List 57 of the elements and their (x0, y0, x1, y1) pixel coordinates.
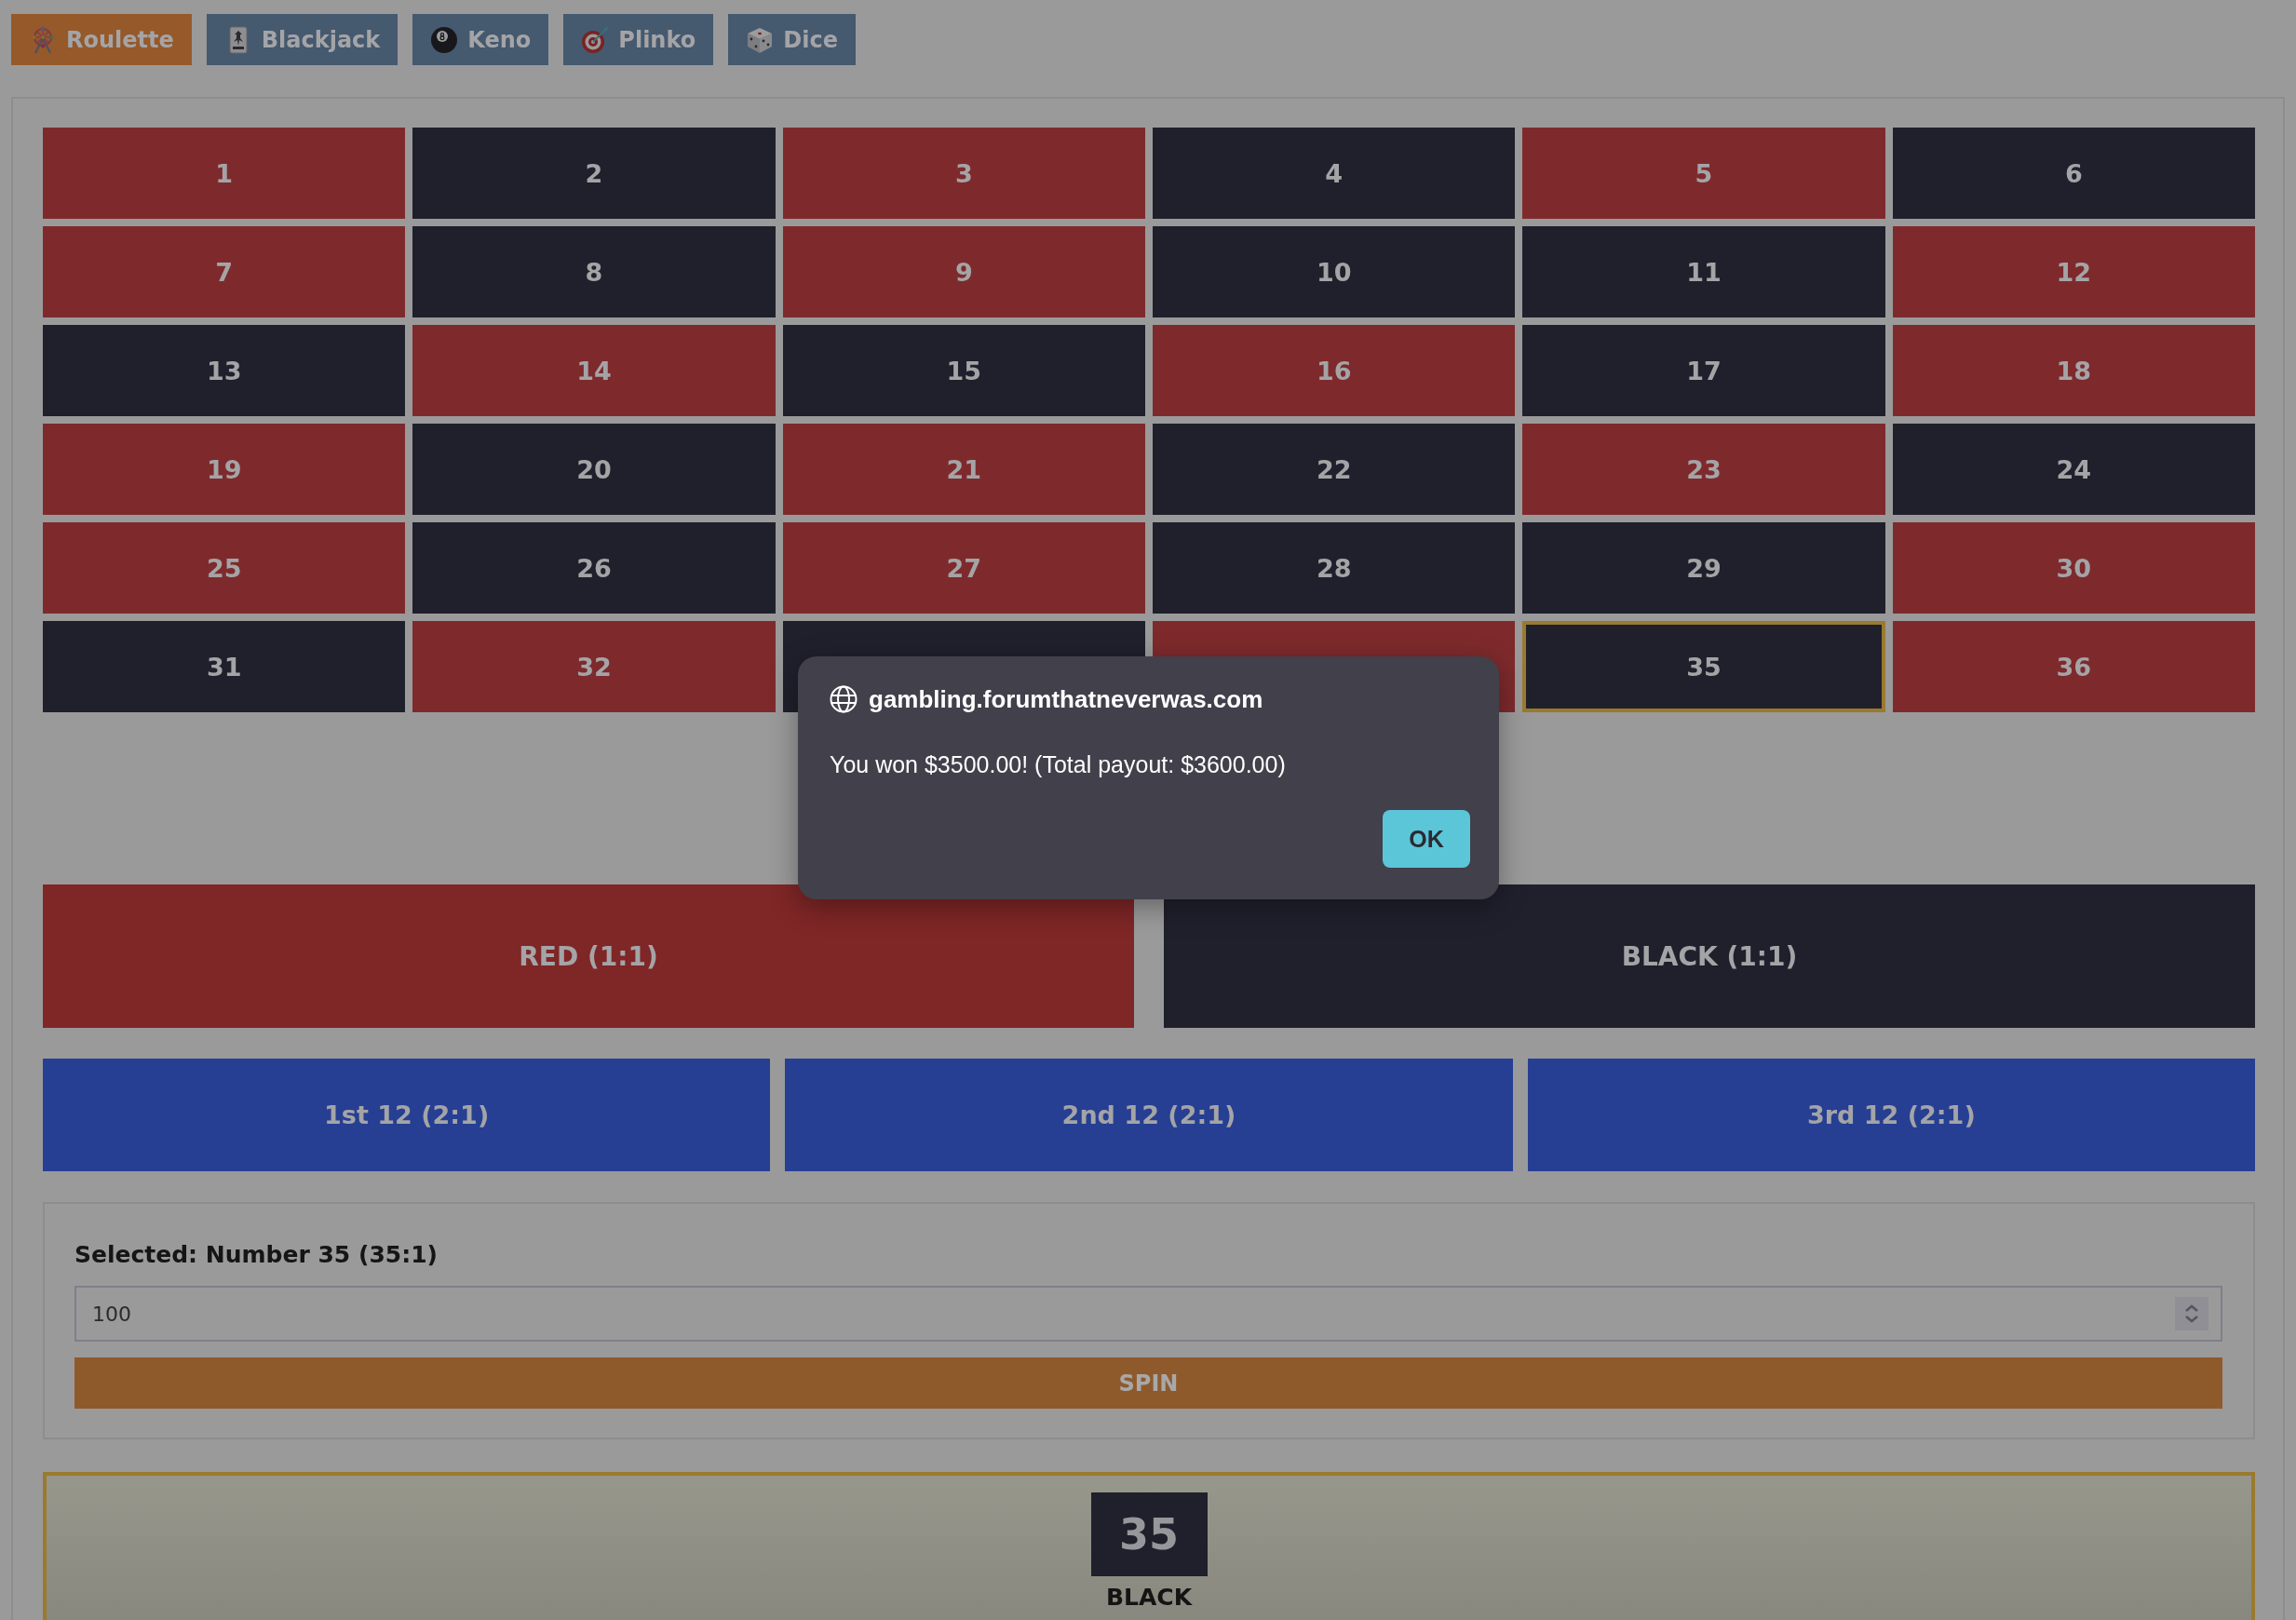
selected-bet-label: Selected: Number 35 (35:1) (74, 1241, 439, 1269)
roulette-number-cell[interactable]: 25 (43, 522, 406, 614)
dialog-message: You won $3500.00! (Total payout: $3600.00) (830, 750, 1287, 778)
dice-icon (746, 25, 775, 54)
roulette-number-cell[interactable]: 23 (1522, 424, 1885, 515)
ok-button[interactable]: OK (1383, 810, 1470, 868)
result-color-label: BLACK (1105, 1584, 1193, 1611)
roulette-number-cell[interactable]: 18 (1892, 325, 2255, 416)
roulette-number-cell[interactable]: 20 (412, 424, 776, 515)
roulette-number-cell[interactable]: 27 (782, 522, 1145, 614)
roulette-number-cell[interactable]: 15 (782, 325, 1145, 416)
roulette-number-cell[interactable]: 13 (43, 325, 406, 416)
color-bet-button[interactable]: RED (1:1) (43, 884, 1134, 1028)
roulette-number-cell[interactable]: 14 (412, 325, 776, 416)
roulette-number-cell[interactable]: 3 (782, 128, 1145, 219)
roulette-number-cell[interactable]: 36 (1892, 621, 2255, 712)
roulette-number-cell[interactable]: 10 (1153, 226, 1516, 317)
game-tab[interactable]: Dice (728, 14, 856, 65)
roulette-number-cell[interactable]: 22 (1153, 424, 1516, 515)
roulette-number-cell[interactable]: 26 (412, 522, 776, 614)
roulette-number-cell[interactable]: 31 (43, 621, 406, 712)
globe-icon (830, 685, 858, 713)
roulette-number-cell[interactable]: 8 (412, 226, 776, 317)
roulette-number-cell[interactable]: 35 (1522, 621, 1885, 712)
roulette-number-cell[interactable]: 24 (1892, 424, 2255, 515)
roulette-number-cell[interactable]: 11 (1522, 226, 1885, 317)
roulette-number-cell[interactable]: 12 (1892, 226, 2255, 317)
roulette-number-cell[interactable]: 5 (1522, 128, 1885, 219)
roulette-number-cell[interactable]: 16 (1153, 325, 1516, 416)
roulette-number-cell[interactable]: 19 (43, 424, 406, 515)
roulette-number-cell[interactable]: 30 (1892, 522, 2255, 614)
result-number: 35 (1090, 1492, 1208, 1576)
bet-amount-field[interactable]: 100 (74, 1286, 2222, 1342)
dozen-bet-button[interactable]: 2nd 12 (2:1) (785, 1059, 1513, 1171)
target-icon (581, 25, 610, 54)
roulette-number-cell[interactable]: 2 (412, 128, 776, 219)
dozen-bet-button[interactable]: 1st 12 (2:1) (43, 1059, 771, 1171)
roulette-number-cell[interactable]: 6 (1892, 128, 2255, 219)
game-tab[interactable]: Roulette (11, 14, 192, 65)
game-tab[interactable]: Blackjack (206, 14, 398, 65)
roulette-number-cell[interactable]: 28 (1153, 522, 1516, 614)
roulette-number-cell[interactable]: 9 (782, 226, 1145, 317)
game-tab[interactable]: Plinko (563, 14, 714, 65)
stepper-arrows-icon[interactable] (2175, 1297, 2208, 1330)
roulette-number-cell[interactable]: 29 (1522, 522, 1885, 614)
roulette-number-cell[interactable]: 17 (1522, 325, 1885, 416)
dialog-origin: gambling.forumthatneverwas.com (869, 685, 1263, 713)
roulette-number-cell[interactable]: 21 (782, 424, 1145, 515)
game-tab[interactable]: Keno (412, 14, 549, 65)
dozen-bet-button[interactable]: 3rd 12 (2:1) (1527, 1059, 2255, 1171)
roulette-number-cell[interactable]: 7 (43, 226, 406, 317)
roulette-number-cell[interactable]: 32 (412, 621, 776, 712)
eight-ball-icon (430, 25, 459, 54)
roulette-number-cell[interactable]: 1 (43, 128, 406, 219)
spin-button[interactable]: SPIN (74, 1357, 2222, 1409)
roulette-number-cell[interactable]: 4 (1153, 128, 1516, 219)
color-bet-button[interactable]: BLACK (1:1) (1164, 884, 2255, 1028)
